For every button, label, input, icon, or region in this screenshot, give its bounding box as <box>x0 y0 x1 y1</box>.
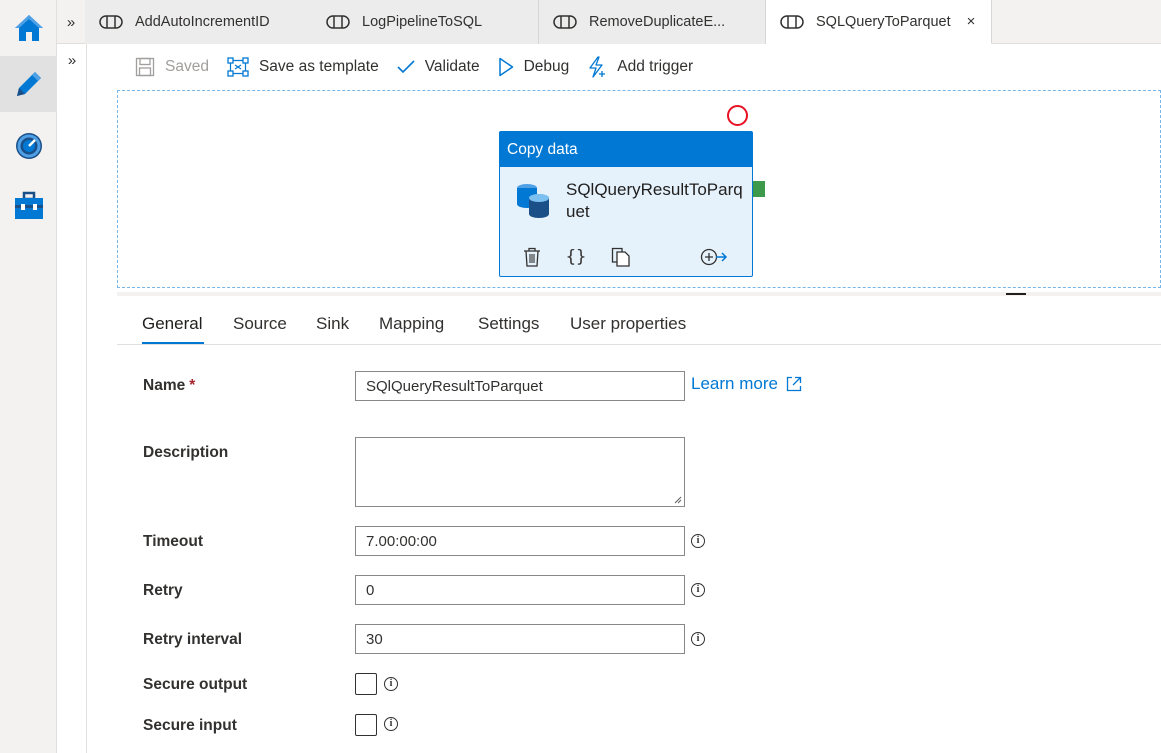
tab-general[interactable]: General <box>142 314 202 334</box>
factory-resources-collapsed: » <box>57 44 87 753</box>
tab-mapping[interactable]: Mapping <box>379 314 444 334</box>
retry-info-icon[interactable]: i <box>691 583 705 597</box>
pipeline-icon <box>326 15 350 29</box>
retry-interval-info-icon[interactable]: i <box>691 632 705 646</box>
description-textarea[interactable] <box>355 437 685 507</box>
active-tab-indicator <box>142 342 204 344</box>
timeout-info-icon[interactable]: i <box>691 534 705 548</box>
splitter-grip[interactable] <box>1006 293 1026 295</box>
database-icon <box>515 181 551 226</box>
manage-button[interactable] <box>0 178 57 234</box>
author-button[interactable] <box>0 56 57 112</box>
learn-more-link[interactable]: Learn more <box>691 374 802 394</box>
author-pencil-icon <box>16 72 41 96</box>
name-input[interactable]: SQlQueryResultToParquet <box>355 371 685 401</box>
validate-label: Validate <box>424 58 480 75</box>
save-disk-icon <box>135 57 155 77</box>
delete-button[interactable] <box>521 244 543 270</box>
retry-interval-label: Retry interval <box>143 631 243 648</box>
add-trigger-label: Add trigger <box>617 58 694 75</box>
pipeline-canvas[interactable]: Copy data SQlQueryResultToParquet {} <box>117 90 1161 288</box>
secure-input-label: Secure input <box>143 717 237 734</box>
tab-sink[interactable]: Sink <box>316 314 349 334</box>
name-label-text: Name <box>143 377 186 394</box>
secure-input-checkbox[interactable] <box>355 714 377 736</box>
secure-output-checkbox[interactable] <box>355 673 377 695</box>
timeout-input[interactable]: 7.00:00:00 <box>355 526 685 556</box>
success-output-handle[interactable] <box>753 181 765 197</box>
copy-icon <box>611 247 630 267</box>
tabs-expand-button[interactable]: » <box>57 0 85 44</box>
trash-icon <box>524 247 540 267</box>
saved-label: Saved <box>165 58 209 75</box>
play-icon <box>498 57 514 77</box>
saved-button[interactable]: Saved <box>135 44 209 90</box>
clone-button[interactable] <box>609 244 633 270</box>
tab-remove-duplicate[interactable]: RemoveDuplicateE... <box>539 0 766 44</box>
pipeline-tabbar: » AddAutoIncrementID LogPipelineToSQL Re… <box>57 0 1161 44</box>
monitor-button[interactable] <box>0 118 57 174</box>
tab-source[interactable]: Source <box>233 314 287 334</box>
tab-label: SQLQueryToParquet <box>816 13 951 30</box>
copy-data-activity[interactable]: Copy data SQlQueryResultToParquet {} <box>499 131 753 277</box>
activity-body: SQlQueryResultToParquet <box>500 167 752 237</box>
pipeline-icon <box>99 15 123 29</box>
pipeline-toolbar: Saved Save as template Validate Debug Ad… <box>117 44 1161 90</box>
activity-type-header: Copy data <box>500 132 752 167</box>
tab-label: RemoveDuplicateE... <box>589 14 726 30</box>
tab-settings[interactable]: Settings <box>478 314 539 334</box>
expand-resources-button[interactable]: » <box>57 52 87 69</box>
tab-sql-query-to-parquet[interactable]: SQLQueryToParquet × <box>766 0 992 44</box>
debug-label: Debug <box>523 58 570 75</box>
failure-output-handle[interactable] <box>727 105 748 126</box>
left-rail <box>0 0 57 753</box>
monitor-gauge-icon <box>15 133 42 159</box>
adf-authoring-app: » AddAutoIncrementID LogPipelineToSQL Re… <box>0 0 1161 753</box>
add-output-button[interactable] <box>699 244 729 270</box>
retry-label: Retry <box>143 582 183 599</box>
save-as-template-button[interactable]: Save as template <box>227 44 379 90</box>
learn-more-label: Learn more <box>691 374 778 393</box>
activity-name: SQlQueryResultToParquet <box>566 180 743 221</box>
timeout-label: Timeout <box>143 533 203 550</box>
description-label: Description <box>143 444 229 461</box>
retry-input[interactable]: 0 <box>355 575 685 605</box>
add-arrow-icon <box>700 248 728 266</box>
template-icon <box>227 57 249 77</box>
code-button[interactable]: {} <box>563 244 589 270</box>
close-icon[interactable]: × <box>967 13 976 30</box>
secure-output-label: Secure output <box>143 676 248 693</box>
checkmark-icon <box>397 60 415 74</box>
add-trigger-button[interactable]: Add trigger <box>587 44 693 90</box>
activity-actions: {} <box>500 244 752 270</box>
resize-grip-icon[interactable] <box>674 496 682 504</box>
retry-interval-input[interactable]: 30 <box>355 624 685 654</box>
panel-splitter[interactable] <box>117 292 1161 296</box>
external-link-icon <box>786 376 802 392</box>
manage-toolbox-icon <box>14 191 43 219</box>
secure-output-info-icon[interactable]: i <box>384 677 398 691</box>
lightning-icon <box>587 56 607 78</box>
validate-button[interactable]: Validate <box>397 44 480 90</box>
tab-add-auto-increment-id[interactable]: AddAutoIncrementID <box>85 0 313 44</box>
required-marker: * <box>189 377 196 394</box>
tab-user-properties[interactable]: User properties <box>570 314 686 334</box>
tab-log-pipeline-to-sql[interactable]: LogPipelineToSQL <box>312 0 539 44</box>
pipeline-icon <box>780 14 804 29</box>
name-label: Name * <box>143 377 195 395</box>
secure-input-info-icon[interactable]: i <box>384 717 398 731</box>
home-button[interactable] <box>0 0 57 56</box>
debug-button[interactable]: Debug <box>498 44 570 90</box>
pipeline-icon <box>553 15 577 29</box>
save-as-template-label: Save as template <box>258 58 379 75</box>
properties-tabs: General Source Sink Mapping Settings Use… <box>117 300 1161 345</box>
tab-label: AddAutoIncrementID <box>135 14 270 30</box>
home-icon <box>14 15 43 41</box>
tab-label: LogPipelineToSQL <box>362 14 483 30</box>
